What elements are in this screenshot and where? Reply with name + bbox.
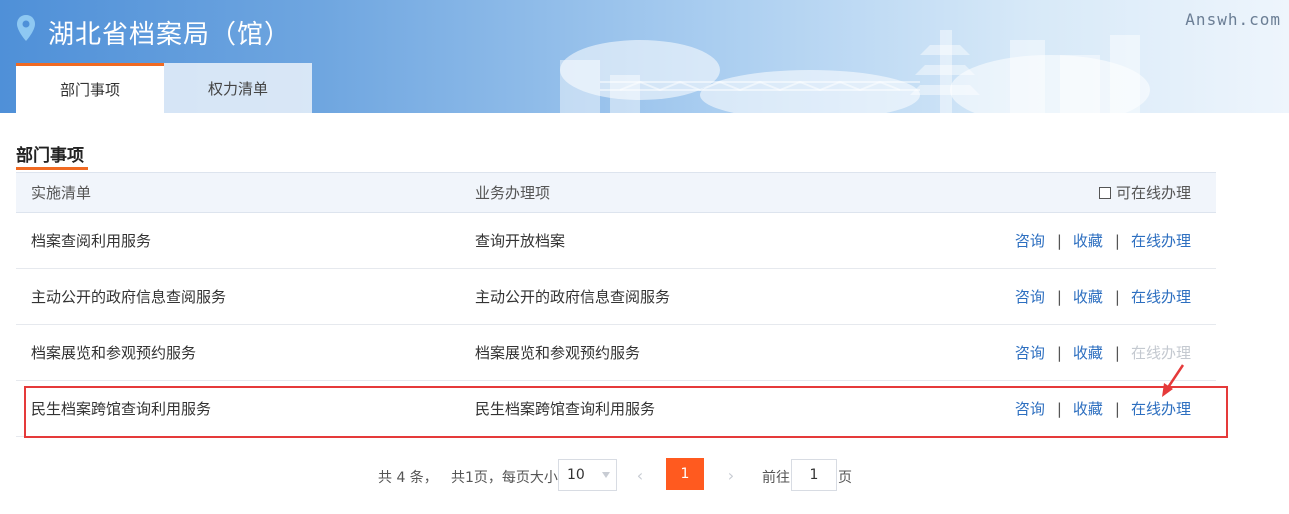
chevron-right-icon[interactable]: › — [716, 459, 746, 491]
row-actions: 咨询 | 收藏 | 在线办理 — [1015, 286, 1191, 307]
separator: | — [1115, 344, 1120, 362]
online-filter-label: 可在线办理 — [1116, 182, 1191, 203]
pagination-total: 共 4 条， — [378, 467, 438, 487]
favorite-link[interactable]: 收藏 — [1073, 398, 1103, 419]
favorite-link[interactable]: 收藏 — [1073, 342, 1103, 363]
items-table: 实施清单 业务办理项 可在线办理 档案查阅利用服务 查询开放档案 咨询 | 收藏… — [16, 172, 1216, 437]
goto-label: 前往 — [762, 467, 790, 487]
separator: | — [1115, 232, 1120, 250]
favorite-link[interactable]: 收藏 — [1073, 230, 1103, 251]
row-item: 档案展览和参观预约服务 — [475, 342, 640, 363]
separator: | — [1057, 288, 1062, 306]
section-title: 部门事项 — [16, 141, 84, 166]
caret-down-icon — [602, 472, 610, 478]
site-title: 湖北省档案局（馆） — [48, 14, 291, 51]
consult-link[interactable]: 咨询 — [1015, 286, 1045, 307]
consult-link[interactable]: 咨询 — [1015, 342, 1045, 363]
row-name: 民生档案跨馆查询利用服务 — [31, 398, 211, 419]
separator: | — [1057, 232, 1062, 250]
separator: | — [1057, 344, 1062, 362]
row-item: 民生档案跨馆查询利用服务 — [475, 398, 655, 419]
table-row: 档案展览和参观预约服务 档案展览和参观预约服务 咨询 | 收藏 | 在线办理 — [16, 325, 1216, 381]
row-item: 主动公开的政府信息查阅服务 — [475, 286, 670, 307]
consult-link[interactable]: 咨询 — [1015, 230, 1045, 251]
row-name: 档案展览和参观预约服务 — [31, 342, 196, 363]
online-process-link[interactable]: 在线办理 — [1131, 230, 1191, 251]
tab-bar: 部门事项 权力清单 — [16, 63, 312, 113]
consult-link[interactable]: 咨询 — [1015, 398, 1045, 419]
page-suffix: 页 — [838, 467, 852, 487]
tab-power-list[interactable]: 权力清单 — [164, 63, 312, 113]
page-size-value: 10 — [567, 467, 585, 483]
location-pin-icon — [16, 14, 36, 42]
row-name: 档案查阅利用服务 — [31, 230, 151, 251]
table-row: 档案查阅利用服务 查询开放档案 咨询 | 收藏 | 在线办理 — [16, 213, 1216, 269]
header-business-item: 业务办理项 — [475, 182, 550, 203]
watermark-text: Answh.com — [1185, 10, 1281, 29]
row-actions: 咨询 | 收藏 | 在线办理 — [1015, 230, 1191, 251]
row-actions: 咨询 | 收藏 | 在线办理 — [1015, 398, 1191, 419]
separator: | — [1115, 400, 1120, 418]
pagination: 共 4 条， 共1页，每页大小 10 ‹ 1 › 前往 1 页 — [0, 458, 1289, 492]
table-row: 主动公开的政府信息查阅服务 主动公开的政府信息查阅服务 咨询 | 收藏 | 在线… — [16, 269, 1216, 325]
page-size-select[interactable]: 10 — [558, 459, 617, 491]
row-name: 主动公开的政府信息查阅服务 — [31, 286, 226, 307]
online-process-link-disabled: 在线办理 — [1131, 342, 1191, 363]
row-item: 查询开放档案 — [475, 230, 565, 251]
section-title-underline — [16, 167, 88, 170]
row-actions: 咨询 | 收藏 | 在线办理 — [1015, 342, 1191, 363]
tab-department-items[interactable]: 部门事项 — [16, 63, 164, 113]
online-process-link[interactable]: 在线办理 — [1131, 398, 1191, 419]
online-filter[interactable]: 可在线办理 — [1099, 182, 1191, 203]
chevron-left-icon[interactable]: ‹ — [625, 459, 655, 491]
header-banner: Answh.com 湖北省档案局（馆） 部门事项 权力清单 — [0, 0, 1289, 113]
header-implementation-list: 实施清单 — [31, 182, 91, 203]
favorite-link[interactable]: 收藏 — [1073, 286, 1103, 307]
goto-page-input[interactable]: 1 — [791, 459, 837, 491]
table-header: 实施清单 业务办理项 可在线办理 — [16, 172, 1216, 213]
online-process-link[interactable]: 在线办理 — [1131, 286, 1191, 307]
online-filter-checkbox[interactable] — [1099, 187, 1111, 199]
city-skyline-icon — [540, 20, 1160, 113]
separator: | — [1115, 288, 1120, 306]
arrow-annotation-icon — [1158, 363, 1188, 399]
separator: | — [1057, 400, 1062, 418]
table-row: 民生档案跨馆查询利用服务 民生档案跨馆查询利用服务 咨询 | 收藏 | 在线办理 — [16, 381, 1216, 437]
page-number-current[interactable]: 1 — [666, 458, 704, 490]
pagination-pages: 共1页，每页大小 — [451, 467, 558, 487]
